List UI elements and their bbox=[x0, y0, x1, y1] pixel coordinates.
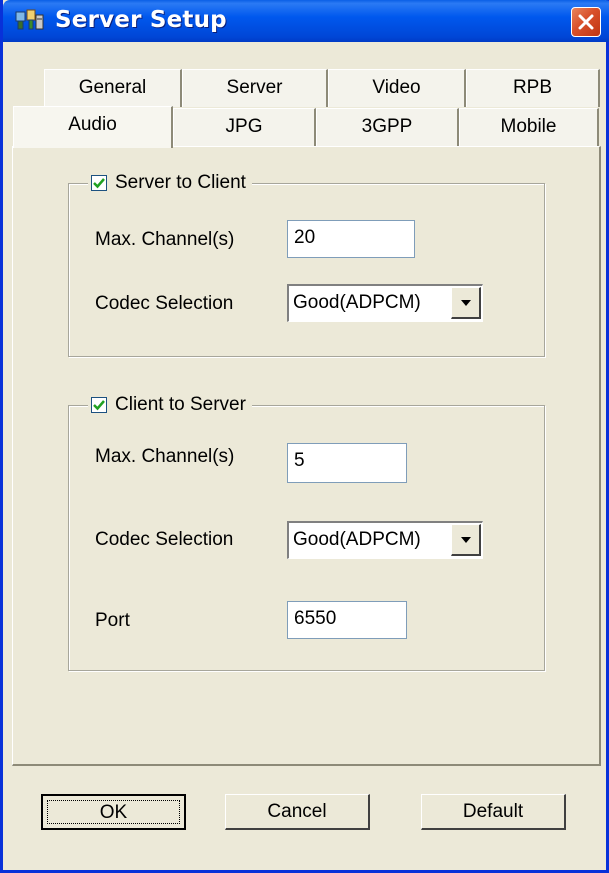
c2s-max-channels-input[interactable]: 5 bbox=[287, 443, 407, 483]
close-icon bbox=[578, 14, 594, 30]
tab-general[interactable]: General bbox=[44, 69, 182, 107]
default-button[interactable]: Default bbox=[421, 794, 566, 830]
c2s-max-channels-label: Max. Channel(s) bbox=[95, 446, 235, 467]
checkmark-icon bbox=[93, 400, 105, 411]
client-to-server-legend: Client to Server bbox=[88, 391, 252, 419]
ok-button-label: OK bbox=[47, 800, 180, 824]
checkmark-icon bbox=[93, 178, 105, 189]
cancel-button[interactable]: Cancel bbox=[225, 794, 370, 830]
s2c-codec-select[interactable]: Good(ADPCM) bbox=[287, 284, 483, 322]
window-title: Server Setup bbox=[55, 7, 227, 33]
server-to-client-label: Server to Client bbox=[115, 172, 246, 193]
server-to-client-checkbox[interactable] bbox=[91, 175, 107, 191]
s2c-max-channels-label: Max. Channel(s) bbox=[95, 229, 235, 250]
c2s-codec-value: Good(ADPCM) bbox=[293, 529, 421, 550]
client-to-server-label: Client to Server bbox=[115, 394, 246, 415]
c2s-port-label: Port bbox=[95, 610, 130, 631]
server-to-client-group bbox=[68, 183, 545, 357]
tab-3gpp[interactable]: 3GPP bbox=[316, 108, 459, 146]
c2s-codec-dropdown-button[interactable] bbox=[451, 524, 481, 556]
c2s-port-input[interactable]: 6550 bbox=[287, 601, 407, 639]
s2c-codec-dropdown-button[interactable] bbox=[451, 287, 481, 319]
s2c-codec-value: Good(ADPCM) bbox=[293, 292, 421, 313]
s2c-max-channels-input[interactable]: 20 bbox=[287, 220, 415, 258]
title-bar[interactable]: Server Setup bbox=[3, 0, 609, 42]
s2c-codec-label: Codec Selection bbox=[95, 293, 234, 314]
ok-button[interactable]: OK bbox=[41, 794, 186, 830]
tab-video[interactable]: Video bbox=[328, 69, 466, 107]
close-button[interactable] bbox=[571, 7, 601, 37]
tab-audio[interactable]: Audio bbox=[13, 106, 173, 148]
chevron-down-icon bbox=[461, 300, 471, 306]
tab-rpb[interactable]: RPB bbox=[466, 69, 600, 107]
server-to-client-legend: Server to Client bbox=[88, 169, 252, 197]
client-to-server-checkbox[interactable] bbox=[91, 397, 107, 413]
server-setup-app-icon bbox=[15, 9, 45, 33]
c2s-codec-select[interactable]: Good(ADPCM) bbox=[287, 521, 483, 559]
tab-mobile[interactable]: Mobile bbox=[459, 108, 599, 146]
server-setup-dialog: Server Setup General Server Video RPB Au… bbox=[0, 0, 609, 873]
c2s-codec-label: Codec Selection bbox=[95, 529, 234, 550]
chevron-down-icon bbox=[461, 537, 471, 543]
tab-jpg[interactable]: JPG bbox=[173, 108, 316, 146]
tab-server[interactable]: Server bbox=[182, 69, 328, 107]
